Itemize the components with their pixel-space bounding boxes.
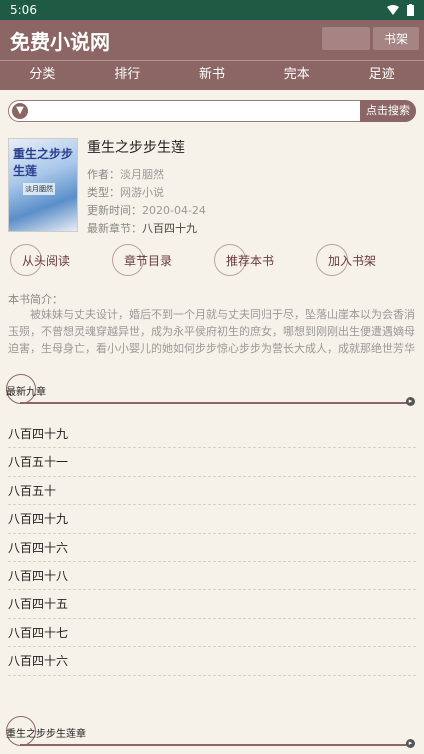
list-item[interactable]: 八百四十九 (8, 420, 416, 449)
list-item[interactable]: 八百四十六 (8, 647, 416, 676)
list-item[interactable]: 八百四十六 (8, 534, 416, 562)
list-item[interactable]: 八百四十七 (8, 619, 416, 648)
book-updated: 更新时间：2020-04-24 (87, 204, 206, 217)
section-title: 最新九章 (6, 387, 46, 398)
wifi-icon (387, 5, 399, 15)
cover-author: 淡月胭然 (23, 183, 55, 195)
main-nav: 分类 排行 新书 完本 足迹 (0, 60, 424, 90)
latest-chapters-header: 最新九章 ▸ (0, 374, 424, 406)
nav-item-history[interactable]: 足迹 (339, 61, 424, 90)
site-title: 免费小说网 (10, 29, 110, 54)
list-item[interactable]: 八百四十五 (8, 590, 416, 619)
list-item[interactable]: 八百四十八 (8, 562, 416, 591)
divider (20, 402, 412, 404)
list-item[interactable]: 八百五十 (8, 477, 416, 506)
book-intro: 被妹妹与丈夫设计，婚后不到一个月就与丈夫同归于尽，坠落山崖本以为会香消玉殒，不曾… (8, 308, 415, 355)
divider (20, 744, 412, 746)
battery-icon (407, 4, 414, 16)
chevron-right-icon[interactable]: ▸ (406, 739, 415, 748)
read-from-start-button[interactable]: 从头阅读 (10, 244, 70, 276)
book-latest-chapter: 最新章节：八百四十九 (87, 222, 197, 235)
chapter-list-button[interactable]: 章节目录 (112, 244, 172, 276)
chapter-list: 八百四十九 八百五十一 八百五十 八百四十九 八百四十六 八百四十八 八百四十五… (8, 420, 416, 676)
search-bar: ▼ 点击搜索 (8, 100, 416, 122)
recommend-button[interactable]: 推荐本书 (214, 244, 274, 276)
all-chapters-header: 重生之步步生莲章 ▸ (0, 716, 424, 748)
nav-item-new-books[interactable]: 新书 (170, 61, 255, 90)
book-actions: 从头阅读 章节目录 推荐本书 加入书架 (0, 244, 424, 276)
intro-label: 本书简介： (8, 293, 63, 306)
cover-title: 重生之步步生莲 (13, 147, 74, 178)
nav-item-category[interactable]: 分类 (0, 61, 85, 90)
book-title: 重生之步步生莲 (87, 140, 185, 156)
header-blank-button[interactable] (322, 27, 370, 50)
chevron-down-icon[interactable]: ▼ (12, 103, 28, 119)
add-to-shelf-button[interactable]: 加入书架 (316, 244, 376, 276)
search-input[interactable] (33, 102, 363, 120)
status-time: 5:06 (10, 3, 37, 17)
book-author: 作者：淡月胭然 (87, 168, 164, 181)
list-item[interactable]: 八百四十九 (8, 505, 416, 534)
list-item[interactable]: 八百五十一 (8, 448, 416, 477)
search-button[interactable]: 点击搜索 (360, 100, 416, 122)
nav-item-completed[interactable]: 完本 (254, 61, 339, 90)
book-type: 类型：网游小说 (87, 186, 164, 199)
bookshelf-button[interactable]: 书架 (373, 27, 419, 50)
chevron-right-icon[interactable]: ▸ (406, 397, 415, 406)
nav-item-ranking[interactable]: 排行 (85, 61, 170, 90)
book-cover[interactable]: 重生之步步生莲 淡月胭然 (8, 138, 78, 232)
app-header: 免费小说网 书架 (0, 20, 424, 60)
section-title: 重生之步步生莲章 (6, 729, 86, 740)
status-bar: 5:06 (0, 0, 424, 20)
